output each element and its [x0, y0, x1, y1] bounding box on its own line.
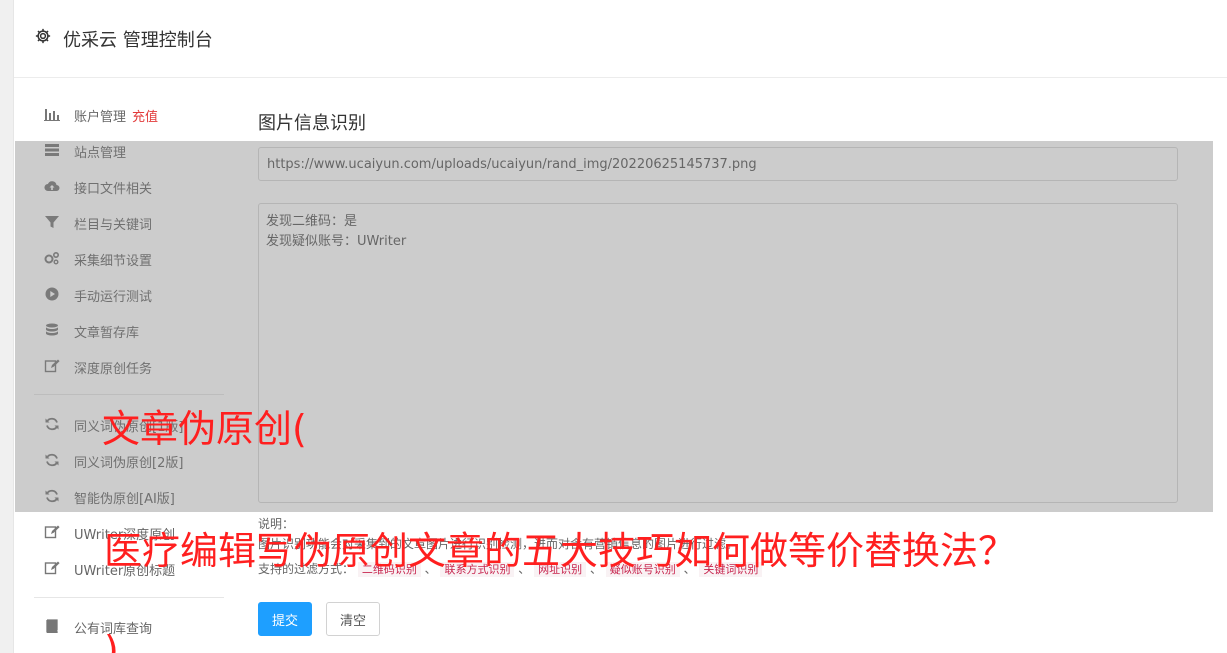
sidebar-item-account[interactable]: 账户管理 充值: [14, 96, 224, 132]
submit-button[interactable]: 提交: [258, 602, 312, 636]
page-title: 图片信息识别: [258, 113, 366, 134]
top-bar: 优采云 管理控制台: [14, 0, 1227, 78]
watermark-line-2: 医疗编辑写伪原创文章的五大技巧如何做等价替换法？: [104, 529, 1017, 573]
book-icon: [46, 619, 58, 633]
edit-icon: [44, 525, 60, 539]
bar-chart-icon: [44, 109, 60, 121]
recharge-link[interactable]: 充值: [132, 110, 158, 125]
sidebar-item-label: 账户管理: [74, 110, 127, 125]
edit-icon: [44, 561, 60, 575]
clear-button[interactable]: 清空: [326, 602, 380, 636]
gear-icon: [35, 28, 51, 44]
watermark-line-3: ): [104, 628, 119, 653]
gray-overlay: [15, 141, 1213, 512]
watermark-line-1: 文章伪原创(: [102, 407, 307, 451]
sidebar-divider: [34, 597, 224, 598]
sidebar-item-public-lexicon[interactable]: 公有词库查询: [14, 608, 224, 644]
app-title: 优采云 管理控制台: [63, 30, 213, 51]
